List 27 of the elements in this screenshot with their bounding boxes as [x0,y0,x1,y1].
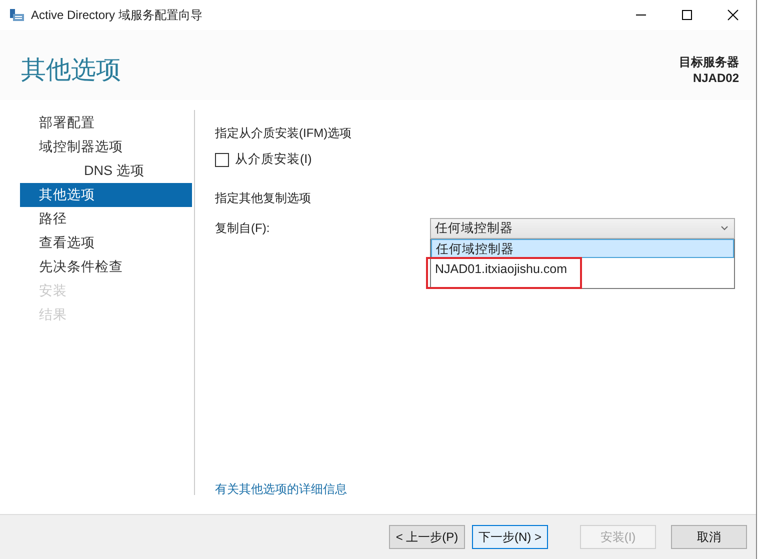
dropdown-option[interactable]: 任何域控制器 [431,239,734,258]
section-heading: 指定其他复制选项 [215,190,312,207]
target-server-label: 目标服务器 [679,54,739,70]
wizard-button[interactable]: 下一步(N) > [472,525,548,549]
section-heading: 指定从介质安装(IFM)选项 [215,125,353,142]
maximize-icon [681,9,693,21]
wizard-step[interactable]: DNS 选项 [20,159,192,183]
wizard-step[interactable]: 域控制器选项 [20,135,192,159]
wizard-step[interactable]: 查看选项 [20,231,192,255]
checkbox[interactable] [215,152,229,166]
dropdown[interactable]: 任何域控制器 [430,218,735,239]
wizard-step[interactable]: 其他选项 [20,183,192,207]
target-server-name: NJAD02 [692,70,739,86]
checkbox-label: 从介质安装(I) [235,151,312,168]
wizard-button[interactable]: < 上一步(P) [389,525,465,549]
field-label: 复制自(F): [215,220,270,237]
wizard-step[interactable]: 先决条件检查 [20,255,192,279]
server-icon [9,8,25,22]
close-icon [727,9,739,21]
wizard-button[interactable]: 取消 [671,525,747,549]
wizard-step[interactable]: 路径 [20,207,192,231]
wizard-step[interactable]: 部署配置 [20,111,192,135]
window-title: Active Directory 域服务配置向导 [31,6,204,24]
page-title: 其他选项 [21,55,121,86]
dropdown-option[interactable]: NJAD01.itxiaojishu.com [428,259,580,287]
more-info-link[interactable]: 有关其他选项的详细信息 [215,481,347,498]
caret-icon [721,226,728,231]
